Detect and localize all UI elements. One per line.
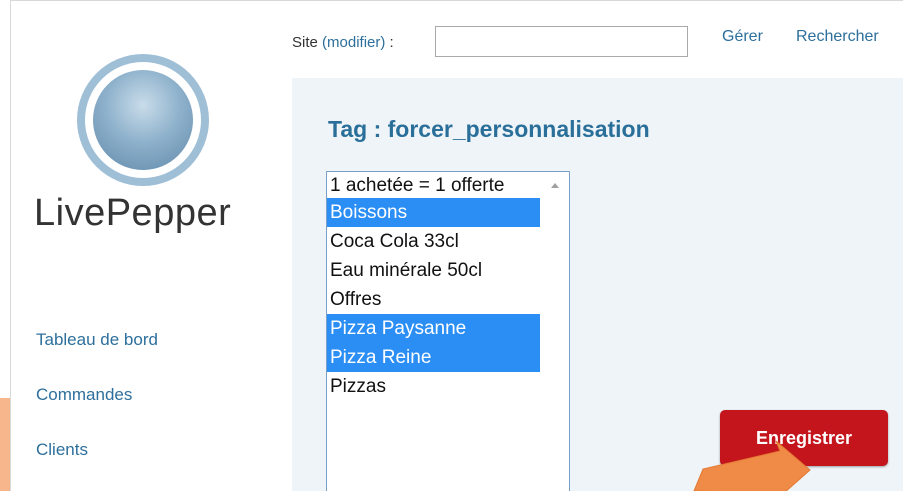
listbox-option[interactable]: 1 achetée = 1 offerte xyxy=(327,172,540,198)
left-accent-strip xyxy=(0,398,10,491)
scroll-up-arrow-icon[interactable] xyxy=(551,183,559,188)
logo-text: LivePepper xyxy=(34,192,232,234)
listbox-option[interactable]: Boissons xyxy=(327,198,540,227)
listbox-scrollbar[interactable] xyxy=(543,172,569,491)
page-title: Tag : forcer_personnalisation xyxy=(328,116,650,142)
listbox-option[interactable]: Eau minérale 50cl xyxy=(327,256,540,285)
site-label-text: Site xyxy=(292,34,318,51)
site-modify-link[interactable]: (modifier) xyxy=(322,34,385,51)
site-selector-label: Site (modifier) : xyxy=(292,34,394,51)
nav-link-gerer[interactable]: Gérer xyxy=(722,28,763,46)
site-input[interactable] xyxy=(435,26,688,57)
listbox-option[interactable]: Pizza Paysanne xyxy=(327,314,540,343)
sidebar-item-tableau-de-bord[interactable]: Tableau de bord xyxy=(36,330,158,350)
listbox-option[interactable]: Coca Cola 33cl xyxy=(327,227,540,256)
save-button[interactable]: Enregistrer xyxy=(720,410,888,466)
sidebar-item-commandes[interactable]: Commandes xyxy=(36,385,132,405)
listbox-option[interactable]: Pizzas xyxy=(327,372,540,401)
nav-link-rechercher[interactable]: Rechercher xyxy=(796,28,879,46)
site-label-colon: : xyxy=(385,34,394,51)
listbox-option[interactable]: Offres xyxy=(327,285,540,314)
listbox-option[interactable]: Pizza Reine xyxy=(327,343,540,372)
livepepper-logo-icon xyxy=(77,54,209,186)
listbox-options: 1 achetée = 1 offerte Boissons Coca Cola 3… xyxy=(327,172,569,401)
sidebar-item-clients[interactable]: Clients xyxy=(36,440,88,460)
products-multiselect-listbox[interactable]: 1 achetée = 1 offerte Boissons Coca Cola 3… xyxy=(326,171,570,491)
